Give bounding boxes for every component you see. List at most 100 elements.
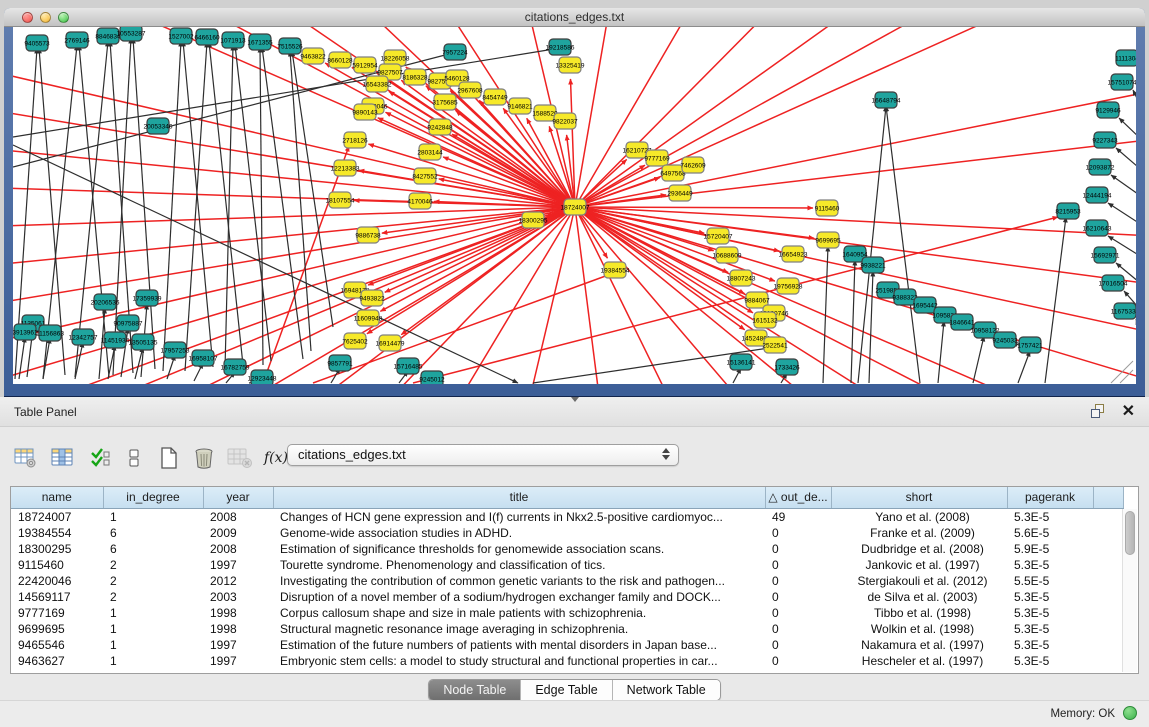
table-cell[interactable]: 0 [765,557,831,573]
table-cell[interactable]: Dudbridge et al. (2008) [831,541,1007,557]
graph-node[interactable]: 18807243 [727,270,756,286]
table-cell[interactable]: 1997 [203,637,273,653]
table-cell[interactable]: 1 [103,605,203,621]
graph-node[interactable]: 9822037 [552,113,578,129]
graph-node[interactable]: 18107554 [326,192,355,208]
graph-node[interactable]: 12093872 [1086,159,1115,175]
graph-node[interactable]: 16782759 [221,359,250,375]
delete-column-button[interactable] [190,443,218,473]
graph-node[interactable]: 11675334 [1111,303,1136,319]
table-cell[interactable]: 2 [103,573,203,589]
table-cell[interactable]: 0 [765,605,831,621]
table-cell[interactable]: 2008 [203,541,273,557]
graph-node[interactable]: 8186328 [402,69,428,85]
graph-node[interactable]: 90975887 [114,315,143,331]
table-cell[interactable]: Nakamura et al. (1997) [831,637,1007,653]
tab-edge-table[interactable]: Edge Table [520,680,611,700]
graph-node[interactable]: 3913961 [13,324,38,340]
table-cell[interactable]: Franke et al. (2009) [831,525,1007,541]
table-cell[interactable]: 5.9E-5 [1007,541,1093,557]
graph-node[interactable]: 9227343 [1092,132,1118,148]
table-row[interactable]: 946554611997Estimation of the future num… [11,637,1123,653]
graph-node[interactable]: 9146821 [507,98,533,114]
table-row[interactable]: 946362711997Embryonic stem cells: a mode… [11,653,1123,669]
table-mode-button[interactable] [12,443,40,473]
table-row[interactable]: 911546021997Tourette syndrome. Phenomeno… [11,557,1123,573]
node-table-grid[interactable]: namein_degreeyeartitle△ out_de...shortpa… [11,487,1124,669]
table-cell[interactable]: Structural magnetic resonance image aver… [273,621,765,637]
column-header-in_degree[interactable]: in_degree [103,487,203,508]
graph-node[interactable]: 9857791 [327,355,353,371]
graph-node[interactable]: 18724007 [561,199,590,215]
graph-node[interactable]: 2718126 [342,132,368,148]
graph-node[interactable]: 3175685 [432,94,458,110]
column-header-out_de[interactable]: △ out_de... [765,487,831,508]
graph-node[interactable]: 12444194 [1083,187,1112,203]
table-cell[interactable]: 1 [103,508,203,525]
table-cell[interactable]: Corpus callosum shape and size in male p… [273,605,765,621]
graph-node[interactable]: 5912954 [352,57,378,73]
new-column-button[interactable] [155,443,183,473]
table-cell[interactable]: 5.3E-5 [1007,589,1093,605]
table-cell[interactable]: 0 [765,653,831,669]
graph-node[interactable]: 10553287 [117,27,146,41]
table-cell[interactable]: 1 [103,637,203,653]
table-cell[interactable]: 2 [103,557,203,573]
network-canvas[interactable]: 9405573276914688468341055328715270026466… [13,27,1136,384]
table-row[interactable]: 2242004622012Investigating the contribut… [11,573,1123,589]
graph-node[interactable]: 16210643 [1083,220,1112,236]
table-cell[interactable]: Wolkin et al. (1998) [831,621,1007,637]
graph-node[interactable]: 9245012 [419,371,445,384]
table-cell[interactable]: 18300295 [11,541,103,557]
table-cell[interactable]: 5.3E-5 [1007,653,1093,669]
table-cell[interactable]: 5.3E-5 [1007,508,1093,525]
graph-node[interactable]: 2967608 [457,82,483,98]
table-cell[interactable]: 19384554 [11,525,103,541]
table-cell[interactable]: 9115460 [11,557,103,573]
table-scrollbar[interactable] [1122,509,1137,672]
table-cell[interactable]: 1 [103,621,203,637]
table-row[interactable]: 1456911722003Disruption of a novel membe… [11,589,1123,605]
graph-node[interactable]: 9890143 [352,104,378,120]
graph-node[interactable]: 9886738 [355,227,381,243]
graph-node[interactable]: 7957224 [442,44,468,60]
table-cell[interactable]: 2012 [203,573,273,589]
table-cell[interactable]: 18724007 [11,508,103,525]
table-cell[interactable]: Tibbo et al. (1998) [831,605,1007,621]
graph-node[interactable]: 1846641 [949,314,975,330]
table-cell[interactable]: 9777169 [11,605,103,621]
graph-node[interactable]: 12213383 [331,160,360,176]
graph-node[interactable]: 9245033 [992,332,1018,348]
table-cell[interactable]: Jankovic et al. (1997) [831,557,1007,573]
graph-node[interactable]: 7462609 [680,157,706,173]
graph-node[interactable]: 16654923 [779,246,808,262]
graph-node[interactable]: 20053346 [144,118,173,134]
graph-node[interactable]: 8660128 [327,52,353,68]
table-cell[interactable]: 5.3E-5 [1007,637,1093,653]
close-panel-icon[interactable]: ✕ [1122,404,1135,419]
graph-node[interactable]: 6466160 [194,29,220,45]
graph-node[interactable]: 16958107 [189,350,218,366]
table-cell[interactable]: Investigating the contribution of common… [273,573,765,589]
graph-node[interactable]: 16543382 [363,76,392,92]
graph-node[interactable]: 1757421 [1017,337,1043,353]
graph-node[interactable]: 16648794 [872,92,901,108]
table-cell[interactable]: Changes of HCN gene expression and I(f) … [273,508,765,525]
graph-node[interactable]: 17016504 [1099,275,1128,291]
graph-node[interactable]: 9129946 [1095,102,1121,118]
graph-node[interactable]: 11609948 [354,310,383,326]
graph-node[interactable]: 9463822 [300,48,326,64]
table-cell[interactable]: Yano et al. (2008) [831,508,1007,525]
graph-node[interactable]: 9115460 [815,200,840,216]
table-cell[interactable]: 1998 [203,621,273,637]
table-cell[interactable]: 5.6E-5 [1007,525,1093,541]
zoom-window-button[interactable] [58,12,69,23]
select-columns-button[interactable] [86,443,114,473]
close-window-button[interactable] [22,12,33,23]
graph-node[interactable]: 13325419 [556,57,585,73]
graph-node[interactable]: 8846834 [95,28,121,44]
graph-node[interactable]: 7625402 [342,333,368,349]
column-header-title[interactable]: title [273,487,765,508]
graph-node[interactable]: 8454749 [482,89,508,105]
graph-node[interactable]: 15136141 [727,354,756,370]
